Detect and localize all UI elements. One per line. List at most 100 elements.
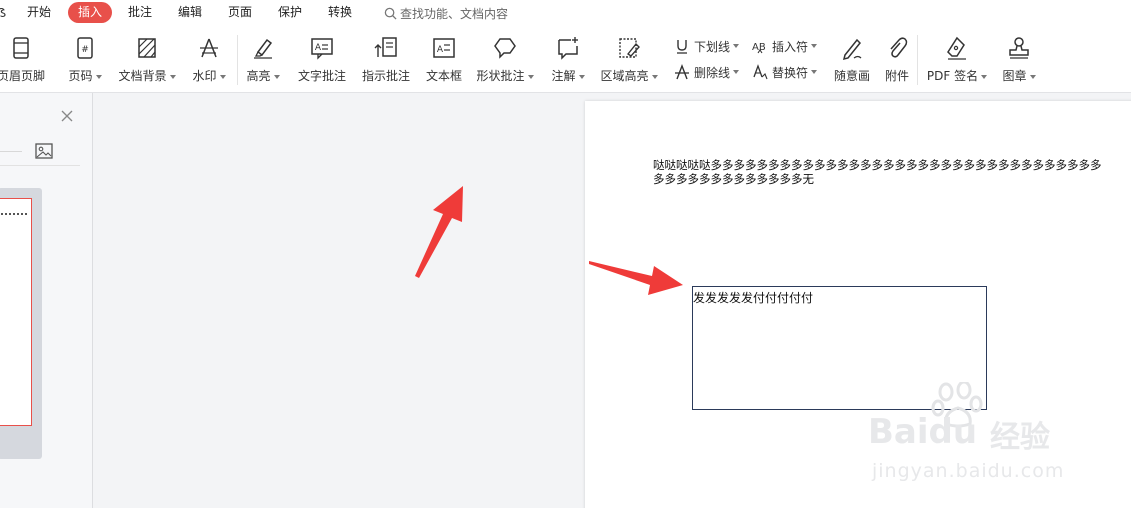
chevron-down-icon bbox=[1029, 74, 1036, 79]
attachment-button[interactable]: 附件 bbox=[880, 33, 914, 87]
menu-fragment[interactable]: ẞ bbox=[0, 6, 6, 20]
chevron-down-icon bbox=[733, 44, 740, 48]
doc-background-button[interactable]: 文档背景 bbox=[115, 33, 179, 87]
thumbnail-panel bbox=[0, 93, 93, 508]
chevron-down-icon bbox=[169, 74, 176, 79]
strikethrough-label: 删除线 bbox=[694, 65, 731, 80]
highlight-label: 高亮 bbox=[246, 69, 271, 83]
chevron-down-icon bbox=[273, 74, 280, 79]
area-highlight-icon bbox=[619, 38, 640, 58]
text-box-label: 文本框 bbox=[425, 69, 462, 83]
underline-label: 下划线 bbox=[694, 39, 731, 54]
menu-item-protect[interactable]: 保护 bbox=[270, 2, 310, 23]
header-footer-button[interactable]: 页眉页脚 bbox=[0, 33, 50, 87]
text-comment-icon: A bbox=[311, 38, 333, 60]
stamp-label: 图章 bbox=[1002, 69, 1027, 83]
menu-bar: ẞ 开始 插入 批注 编辑 页面 保护 转换 查找功能、文档内容 bbox=[0, 0, 1131, 27]
watermark-button[interactable]: 水印 bbox=[187, 33, 231, 87]
panel-divider bbox=[0, 165, 80, 166]
menu-item-insert[interactable]: 插入 bbox=[68, 2, 112, 23]
menu-item-edit[interactable]: 编辑 bbox=[170, 2, 210, 23]
strikethrough-icon bbox=[675, 64, 689, 80]
watermark-label: 水印 bbox=[192, 69, 217, 83]
svg-text:#: # bbox=[81, 45, 89, 55]
annotation-button[interactable]: 注解 bbox=[548, 33, 588, 87]
text-box-icon: A bbox=[433, 38, 455, 58]
header-footer-label: 页眉页脚 bbox=[0, 69, 45, 83]
document-paragraph[interactable]: 哒哒哒哒哒多多多多多多多多多多多多多多多多多多多多多多多多多多多多多多多多多多 … bbox=[653, 158, 1131, 186]
underline-icon bbox=[677, 40, 687, 54]
attachment-label: 附件 bbox=[884, 69, 909, 83]
pdf-sign-label: PDF 签名 bbox=[926, 69, 979, 83]
image-icon[interactable] bbox=[35, 143, 53, 159]
highlight-button[interactable]: 高亮 bbox=[243, 33, 283, 87]
area-highlight-button[interactable]: 区域高亮 bbox=[598, 33, 660, 87]
chevron-down-icon bbox=[219, 74, 226, 79]
replace-mark-label: 替换符 bbox=[772, 65, 809, 80]
toolbar-divider bbox=[917, 35, 918, 85]
svg-text:A: A bbox=[315, 43, 322, 53]
highlighter-icon bbox=[254, 38, 273, 59]
chevron-down-icon bbox=[811, 44, 818, 48]
menu-item-page[interactable]: 页面 bbox=[220, 2, 260, 23]
svg-text:A: A bbox=[437, 45, 444, 55]
paragraph-line-2: 多多多多多多多多多多多多多无 bbox=[653, 172, 814, 186]
area-highlight-label: 区域高亮 bbox=[600, 69, 649, 83]
page-number-label: 页码 bbox=[68, 69, 93, 83]
chevron-down-icon bbox=[527, 74, 534, 79]
page-thumbnail[interactable] bbox=[0, 198, 32, 426]
fountain-pen-icon bbox=[947, 36, 966, 60]
search-box[interactable]: 查找功能、文档内容 bbox=[384, 3, 508, 23]
doc-background-label: 文档背景 bbox=[118, 69, 167, 83]
freehand-button[interactable]: 随意画 bbox=[831, 33, 873, 87]
search-icon bbox=[384, 7, 397, 20]
shape-comment-icon bbox=[494, 38, 516, 59]
stamp-button[interactable]: 图章 bbox=[1000, 33, 1038, 87]
header-footer-icon bbox=[13, 37, 29, 59]
search-placeholder: 查找功能、文档内容 bbox=[400, 6, 509, 21]
paragraph-line-1: 哒哒哒哒哒多多多多多多多多多多多多多多多多多多多多多多多多多多多多多多多多多多 bbox=[653, 158, 1102, 172]
close-icon[interactable] bbox=[60, 109, 74, 123]
text-box-content[interactable]: 发发发发发付付付付付 bbox=[693, 289, 813, 306]
insert-toolbar: 页眉页脚 # 页码 文档背景 水印 高亮 A 文字批注 指示批注 A 文本框 形… bbox=[0, 27, 1131, 93]
pdf-sign-button[interactable]: PDF 签名 bbox=[924, 33, 990, 87]
replace-mark-icon bbox=[753, 64, 768, 80]
chevron-down-icon bbox=[651, 74, 658, 79]
watermark-icon bbox=[200, 38, 218, 58]
menu-item-comment[interactable]: 批注 bbox=[120, 2, 160, 23]
watermark-url: jingyan.baidu.com bbox=[872, 460, 1065, 482]
insert-mark-button[interactable]: AB 插入符 bbox=[752, 37, 818, 55]
shape-comment-button[interactable]: 形状批注 bbox=[474, 33, 536, 87]
chevron-down-icon bbox=[95, 74, 102, 79]
background-pattern-icon bbox=[138, 38, 156, 58]
freehand-label: 随意画 bbox=[833, 69, 870, 83]
watermark-brand: Baidu bbox=[868, 412, 978, 452]
text-comment-button[interactable]: A 文字批注 bbox=[294, 33, 350, 87]
menu-item-convert[interactable]: 转换 bbox=[320, 2, 360, 23]
shape-comment-label: 形状批注 bbox=[476, 69, 525, 83]
page-number-button[interactable]: # 页码 bbox=[64, 33, 106, 87]
text-comment-label: 文字批注 bbox=[297, 69, 346, 83]
paperclip-icon bbox=[890, 37, 908, 58]
annotation-label: 注解 bbox=[551, 69, 576, 83]
baidu-watermark: Baidu 经验 jingyan.baidu.com bbox=[868, 382, 1088, 492]
chevron-down-icon bbox=[733, 70, 740, 74]
replace-mark-button[interactable]: 替换符 bbox=[752, 63, 818, 81]
chevron-down-icon bbox=[578, 74, 585, 79]
annotation-icon bbox=[558, 37, 578, 60]
chevron-down-icon bbox=[981, 74, 988, 79]
text-box-button[interactable]: A 文本框 bbox=[422, 33, 466, 87]
page-thumbnail-container[interactable] bbox=[0, 188, 42, 459]
menu-item-start[interactable]: 开始 bbox=[19, 2, 59, 23]
underline-button[interactable]: 下划线 bbox=[674, 37, 740, 55]
insert-mark-label: 插入符 bbox=[772, 39, 809, 54]
watermark-brand-cn: 经验 bbox=[990, 420, 1050, 455]
pointer-comment-label: 指示批注 bbox=[361, 69, 410, 83]
strikethrough-button[interactable]: 删除线 bbox=[674, 63, 740, 81]
pdf-editor-window: ẞ 开始 插入 批注 编辑 页面 保护 转换 查找功能、文档内容 页眉页脚 # … bbox=[0, 0, 1131, 508]
toolbar-divider bbox=[237, 35, 238, 85]
pointer-comment-icon bbox=[374, 37, 397, 57]
stamp-icon bbox=[1009, 37, 1029, 59]
pointer-comment-button[interactable]: 指示批注 bbox=[358, 33, 414, 87]
chevron-down-icon bbox=[811, 70, 818, 74]
